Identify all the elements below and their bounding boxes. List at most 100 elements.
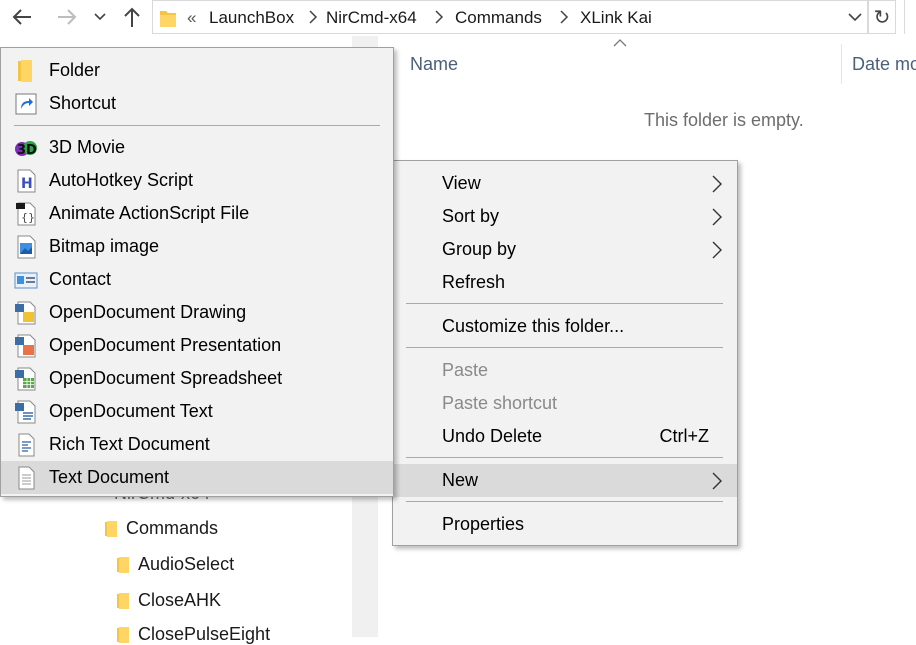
menu-item-label: Customize this folder... xyxy=(442,316,625,336)
odt-icon xyxy=(15,400,36,424)
tree-item-label: AudioSelect xyxy=(138,554,235,574)
new-item-bitmap-image[interactable]: Bitmap image xyxy=(1,230,393,263)
breadcrumb-separator-icon[interactable] xyxy=(307,6,319,28)
new-item-shortcut[interactable]: Shortcut xyxy=(1,87,393,120)
bitmap-icon xyxy=(17,235,36,259)
menu-item-group-by[interactable]: Group by xyxy=(393,233,737,266)
context-menu: View Sort by Group by Refresh Customize … xyxy=(392,160,738,546)
recent-locations-button[interactable] xyxy=(88,4,112,30)
menu-separator xyxy=(406,457,723,458)
menu-item-label: Refresh xyxy=(442,272,506,292)
menu-item-label: Paste shortcut xyxy=(442,393,558,413)
tree-item-closepulseeight[interactable]: ClosePulseEight xyxy=(116,624,270,645)
new-item-text-document[interactable]: Text Document xyxy=(1,461,393,494)
search-box-edge[interactable] xyxy=(904,0,916,34)
new-item-rich-text-document[interactable]: Rich Text Document xyxy=(1,428,393,461)
back-button[interactable] xyxy=(9,4,35,30)
sort-ascending-icon xyxy=(613,39,627,47)
navigation-bar: « LaunchBox NirCmd-x64 Commands XLink Ka… xyxy=(0,0,916,36)
menu-item-label: Paste xyxy=(442,360,489,380)
menu-item-undo-delete[interactable]: Undo Delete Ctrl+Z xyxy=(393,420,737,453)
refresh-button[interactable]: ↻ xyxy=(868,0,896,34)
folder-icon xyxy=(18,60,32,82)
breadcrumb-item-commands[interactable]: Commands xyxy=(455,8,542,28)
menu-item-label: AutoHotkey Script xyxy=(49,170,194,190)
back-arrow-icon xyxy=(12,9,31,25)
svg-text:H: H xyxy=(21,176,33,192)
menu-item-label: Undo Delete xyxy=(442,426,543,446)
contact-icon xyxy=(14,272,38,289)
tree-item-label: Commands xyxy=(126,518,219,538)
actionscript-icon: {} xyxy=(16,202,36,226)
refresh-icon: ↻ xyxy=(873,6,891,29)
breadcrumb-item-nircmd[interactable]: NirCmd-x64 xyxy=(326,8,417,28)
folder-icon xyxy=(117,556,129,573)
new-item-contact[interactable]: Contact xyxy=(1,263,393,296)
tree-item-label: CloseAHK xyxy=(138,590,222,610)
breadcrumb-separator-icon[interactable] xyxy=(433,6,445,28)
new-item-autohotkey-script[interactable]: H AutoHotkey Script xyxy=(1,164,393,197)
menu-item-new[interactable]: New xyxy=(393,464,737,497)
menu-item-label: Rich Text Document xyxy=(49,434,210,454)
breadcrumb-item-xlink-kai[interactable]: XLink Kai xyxy=(580,8,652,28)
text-document-icon xyxy=(18,466,35,490)
column-divider[interactable] xyxy=(841,44,842,84)
submenu-arrow-icon xyxy=(712,208,722,226)
menu-item-label: OpenDocument Spreadsheet xyxy=(49,368,283,388)
menu-item-properties[interactable]: Properties xyxy=(393,508,737,541)
menu-item-sort-by[interactable]: Sort by xyxy=(393,200,737,233)
menu-item-label: Bitmap image xyxy=(49,236,160,256)
menu-item-customize-folder[interactable]: Customize this folder... xyxy=(393,310,737,343)
odp-icon xyxy=(15,334,36,358)
new-submenu: Folder Shortcut 3D 3D Movie H AutoHotkey… xyxy=(0,47,394,497)
menu-item-refresh[interactable]: Refresh xyxy=(393,266,737,299)
chevron-down-icon xyxy=(94,13,106,21)
autohotkey-icon: H xyxy=(17,169,36,193)
folder-icon xyxy=(117,592,129,609)
folder-icon xyxy=(117,626,129,643)
menu-item-label: Folder xyxy=(49,60,101,80)
folder-icon xyxy=(105,520,117,537)
new-item-opendocument-drawing[interactable]: OpenDocument Drawing xyxy=(1,296,393,329)
new-item-3d-movie[interactable]: 3D 3D Movie xyxy=(1,131,393,164)
address-dropdown-icon[interactable] xyxy=(846,8,864,26)
menu-item-label: OpenDocument Drawing xyxy=(49,302,247,322)
breadcrumb-overflow[interactable]: « xyxy=(187,8,196,28)
new-item-actionscript[interactable]: {} Animate ActionScript File xyxy=(1,197,393,230)
menu-item-paste: Paste xyxy=(393,354,737,387)
new-item-opendocument-spreadsheet[interactable]: OpenDocument Spreadsheet xyxy=(1,362,393,395)
submenu-arrow-icon xyxy=(712,175,722,193)
breadcrumb-item-launchbox[interactable]: LaunchBox xyxy=(209,8,294,28)
new-item-opendocument-presentation[interactable]: OpenDocument Presentation xyxy=(1,329,393,362)
menu-item-paste-shortcut: Paste shortcut xyxy=(393,387,737,420)
menu-item-label: Animate ActionScript File xyxy=(49,203,250,223)
menu-item-label: Properties xyxy=(442,514,525,534)
forward-button[interactable] xyxy=(54,4,80,30)
empty-folder-message: This folder is empty. xyxy=(644,110,804,130)
svg-text:3D: 3D xyxy=(17,143,37,158)
new-item-opendocument-text[interactable]: OpenDocument Text xyxy=(1,395,393,428)
odg-icon xyxy=(15,301,36,325)
column-header-date-modified[interactable]: Date mo xyxy=(852,54,916,75)
column-header-name[interactable]: Name xyxy=(410,54,458,75)
new-item-folder[interactable]: Folder xyxy=(1,54,393,87)
menu-item-view[interactable]: View xyxy=(393,167,737,200)
menu-item-label: OpenDocument Text xyxy=(49,401,213,421)
menu-item-label: OpenDocument Presentation xyxy=(49,335,282,355)
tree-item-label: ClosePulseEight xyxy=(138,624,271,644)
tree-item-closeahk[interactable]: CloseAHK xyxy=(116,590,221,611)
menu-separator xyxy=(14,125,380,126)
menu-item-shortcut: Ctrl+Z xyxy=(659,426,710,446)
tree-item-audioselect[interactable]: AudioSelect xyxy=(116,554,234,575)
forward-arrow-icon xyxy=(58,9,77,25)
svg-text:{}: {} xyxy=(21,211,35,224)
menu-item-label: 3D Movie xyxy=(49,137,126,157)
breadcrumb-separator-icon[interactable] xyxy=(558,6,570,28)
address-bar[interactable]: « LaunchBox NirCmd-x64 Commands XLink Ka… xyxy=(152,0,868,34)
tree-item-commands[interactable]: Commands xyxy=(104,518,218,539)
3d-movie-icon: 3D xyxy=(15,141,37,158)
menu-item-label: Shortcut xyxy=(49,93,117,113)
menu-separator xyxy=(406,501,723,502)
shortcut-icon xyxy=(15,93,37,115)
up-button[interactable] xyxy=(119,4,145,30)
